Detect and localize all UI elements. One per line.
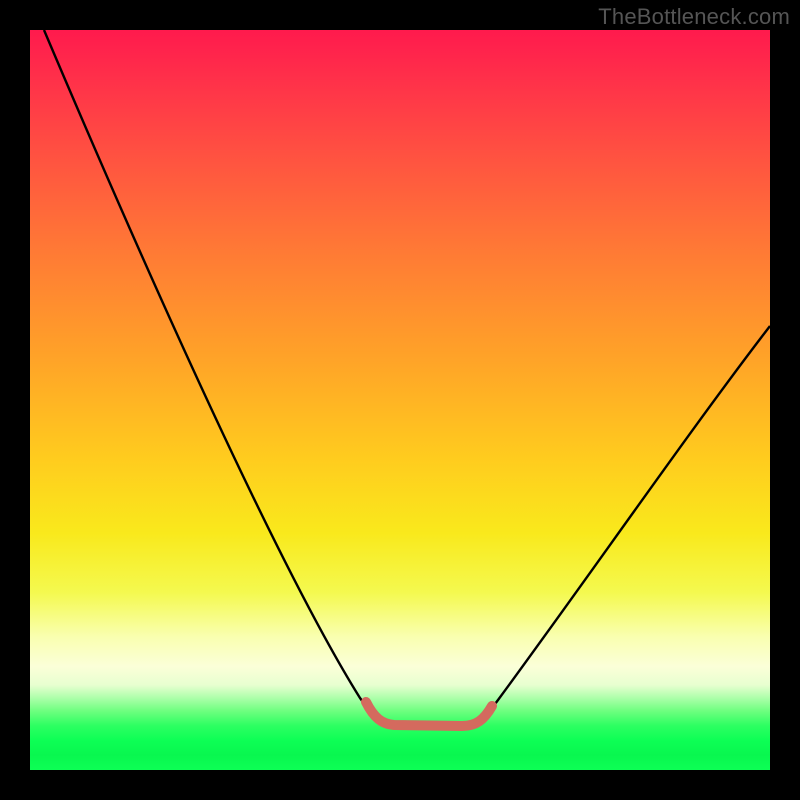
optimal-band-marker [366, 702, 492, 726]
bottleneck-curve [44, 30, 770, 724]
curve-layer [30, 30, 770, 770]
chart-frame: TheBottleneck.com [0, 0, 800, 800]
plot-area [30, 30, 770, 770]
watermark-text: TheBottleneck.com [598, 4, 790, 30]
